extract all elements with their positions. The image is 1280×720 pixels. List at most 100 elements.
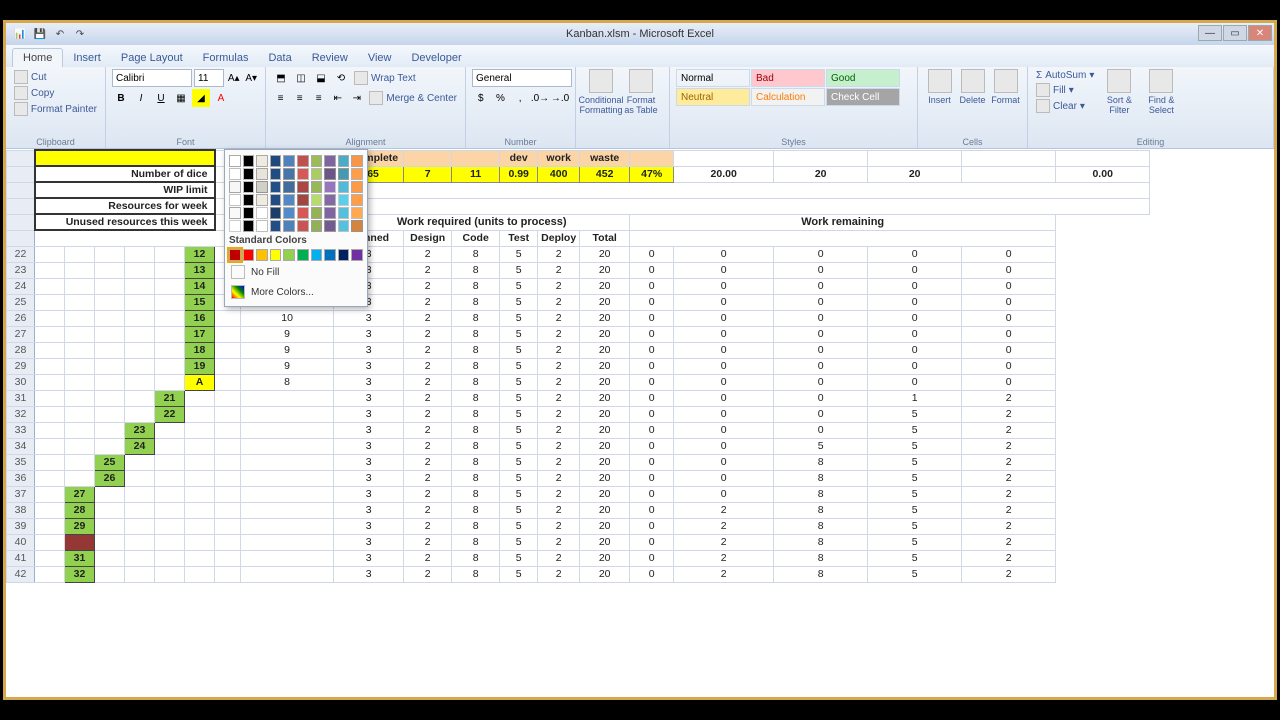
cell-remaining[interactable]: 2 <box>962 550 1056 566</box>
cell-test[interactable]: 5 <box>500 326 538 342</box>
color-swatch[interactable] <box>229 168 241 180</box>
cell-deploy[interactable]: 2 <box>538 294 580 310</box>
copy-button[interactable]: Copy <box>12 85 99 101</box>
cell-planned[interactable]: 3 <box>334 470 404 486</box>
row-header[interactable]: 31 <box>7 390 35 406</box>
row-header[interactable]: 23 <box>7 262 35 278</box>
color-swatch[interactable] <box>297 155 309 167</box>
align-right-button[interactable]: ≡ <box>310 89 327 107</box>
cell-deploy[interactable]: 2 <box>538 518 580 534</box>
color-swatch[interactable] <box>270 194 282 206</box>
color-swatch[interactable] <box>256 181 268 193</box>
kanban-card[interactable]: 16 <box>185 310 215 326</box>
cell-code[interactable]: 8 <box>452 518 500 534</box>
color-swatch[interactable] <box>270 181 282 193</box>
underline-button[interactable]: U <box>152 89 170 107</box>
cell-remaining[interactable]: 0 <box>774 246 868 262</box>
style-normal[interactable]: Normal <box>676 69 750 87</box>
cell-design[interactable]: 2 <box>404 246 452 262</box>
color-swatch[interactable] <box>270 220 282 232</box>
cell-remaining[interactable]: 0 <box>674 310 774 326</box>
row-header[interactable]: 41 <box>7 550 35 566</box>
maximize-button[interactable]: ▭ <box>1223 25 1247 41</box>
cell-planned[interactable]: 3 <box>334 390 404 406</box>
cell-ttc[interactable]: 8 <box>241 374 334 390</box>
tab-review[interactable]: Review <box>302 49 358 67</box>
color-swatch[interactable] <box>283 181 295 193</box>
tab-insert[interactable]: Insert <box>63 49 111 67</box>
color-swatch[interactable] <box>338 207 350 219</box>
cell-remaining[interactable]: 8 <box>774 486 868 502</box>
color-swatch[interactable] <box>297 168 309 180</box>
row-header[interactable]: 37 <box>7 486 35 502</box>
cell-deploy[interactable]: 2 <box>538 454 580 470</box>
tab-data[interactable]: Data <box>258 49 301 67</box>
row-header[interactable]: 22 <box>7 246 35 262</box>
cell-test[interactable]: 5 <box>500 422 538 438</box>
cell-ttc[interactable] <box>241 534 334 550</box>
wrap-text-button[interactable]: Wrap Text <box>352 70 418 86</box>
cell-total[interactable]: 20 <box>580 438 630 454</box>
align-center-button[interactable]: ≡ <box>291 89 308 107</box>
row-header[interactable]: 26 <box>7 310 35 326</box>
row-header[interactable]: 34 <box>7 438 35 454</box>
cell-remaining[interactable]: 0 <box>630 310 674 326</box>
kanban-card[interactable]: 26 <box>95 470 125 486</box>
cell-test[interactable]: 5 <box>500 406 538 422</box>
align-bottom-button[interactable]: ⬓ <box>312 69 330 87</box>
color-swatch[interactable] <box>338 181 350 193</box>
cell-remaining[interactable]: 0 <box>674 246 774 262</box>
cell-remaining[interactable]: 5 <box>868 534 962 550</box>
color-swatch[interactable] <box>283 207 295 219</box>
kanban-card[interactable]: 13 <box>185 262 215 278</box>
kanban-card[interactable]: 21 <box>155 390 185 406</box>
row-header[interactable]: 30 <box>7 374 35 390</box>
color-swatch[interactable] <box>243 207 255 219</box>
cell-remaining[interactable]: 0 <box>674 422 774 438</box>
color-swatch[interactable] <box>297 220 309 232</box>
cell-remaining[interactable]: 0 <box>868 358 962 374</box>
cell-ttc[interactable] <box>241 406 334 422</box>
row-header[interactable]: 33 <box>7 422 35 438</box>
cell-remaining[interactable]: 2 <box>962 422 1056 438</box>
cell-remaining[interactable]: 0 <box>630 566 674 582</box>
cell-remaining[interactable]: 5 <box>868 486 962 502</box>
color-swatch[interactable] <box>324 155 336 167</box>
color-swatch[interactable] <box>270 155 282 167</box>
color-swatch[interactable] <box>324 249 336 261</box>
cell-planned[interactable]: 3 <box>334 406 404 422</box>
cell-total[interactable]: 20 <box>580 294 630 310</box>
merge-center-button[interactable]: Merge & Center <box>367 90 459 106</box>
redo-icon[interactable]: ↷ <box>72 26 88 42</box>
cell-remaining[interactable]: 0 <box>774 374 868 390</box>
cell-code[interactable]: 8 <box>452 246 500 262</box>
grow-font-button[interactable]: A▴ <box>226 69 242 87</box>
cell-planned[interactable]: 3 <box>334 550 404 566</box>
cell-remaining[interactable]: 1 <box>868 390 962 406</box>
cell-design[interactable]: 2 <box>404 374 452 390</box>
row-header[interactable]: 24 <box>7 278 35 294</box>
cell-remaining[interactable]: 0 <box>774 326 868 342</box>
cell-remaining[interactable]: 2 <box>962 438 1056 454</box>
comma-button[interactable]: , <box>511 89 529 107</box>
cell-total[interactable]: 20 <box>580 566 630 582</box>
cell-remaining[interactable]: 2 <box>962 406 1056 422</box>
bold-button[interactable]: B <box>112 89 130 107</box>
cell-test[interactable]: 5 <box>500 342 538 358</box>
delete-cells-button[interactable]: Delete <box>957 69 988 134</box>
kanban-card[interactable]: 15 <box>185 294 215 310</box>
color-swatch[interactable] <box>311 168 323 180</box>
color-swatch[interactable] <box>256 207 268 219</box>
color-swatch[interactable] <box>283 155 295 167</box>
cell-remaining[interactable]: 0 <box>630 390 674 406</box>
cell-remaining[interactable]: 0 <box>962 278 1056 294</box>
cell-ttc[interactable]: 9 <box>241 326 334 342</box>
number-format-select[interactable] <box>472 69 572 87</box>
cell-deploy[interactable]: 2 <box>538 326 580 342</box>
cell-code[interactable]: 8 <box>452 502 500 518</box>
cell-remaining[interactable]: 5 <box>868 566 962 582</box>
row-header[interactable]: 39 <box>7 518 35 534</box>
color-swatch[interactable] <box>311 155 323 167</box>
cell-ttc[interactable] <box>241 454 334 470</box>
tab-developer[interactable]: Developer <box>401 49 471 67</box>
